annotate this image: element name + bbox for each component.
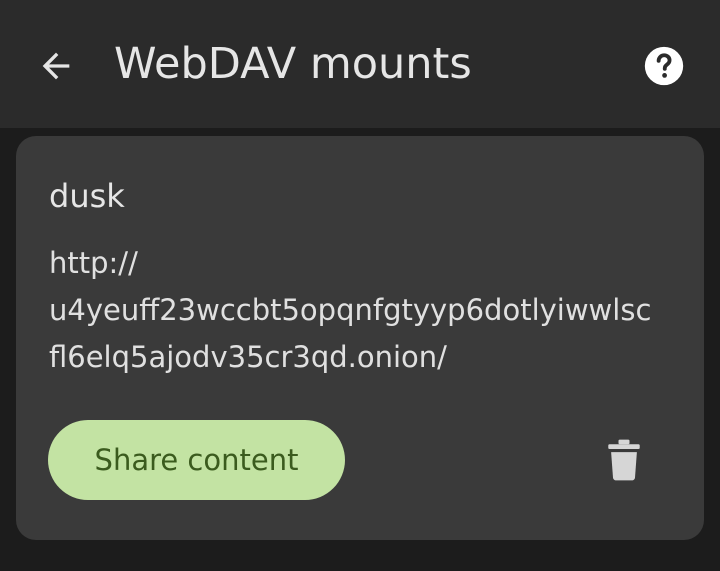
mount-name: dusk — [49, 177, 125, 215]
trash-icon — [608, 439, 640, 481]
share-content-button[interactable]: Share content — [48, 420, 345, 500]
mount-url: http:// u4yeuff23wccbt5opqnfgtyyp6dotlyi… — [49, 246, 652, 374]
help-circle-icon — [644, 46, 684, 86]
mount-card: dusk http:// u4yeuff23wccbt5opqnfgtyyp6d… — [16, 136, 704, 540]
arrow-left-icon — [42, 52, 70, 80]
delete-button[interactable] — [596, 432, 652, 488]
help-button[interactable] — [638, 40, 690, 92]
back-button[interactable] — [30, 40, 82, 92]
app-bar: WebDAV mounts — [0, 0, 720, 128]
page-title: WebDAV mounts — [114, 39, 472, 89]
